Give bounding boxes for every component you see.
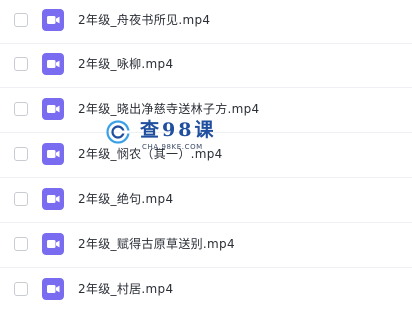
video-file-icon <box>42 143 64 165</box>
watermark-logo-icon <box>106 120 130 144</box>
row-checkbox[interactable] <box>14 147 28 161</box>
file-name: 2年级_绝句.mp4 <box>78 192 174 206</box>
row-checkbox[interactable] <box>14 13 28 27</box>
video-file-icon <box>42 53 64 75</box>
file-name: 2年级_咏柳.mp4 <box>78 57 174 71</box>
row-divider <box>0 267 412 268</box>
row-divider <box>0 87 412 88</box>
row-checkbox[interactable] <box>14 282 28 296</box>
file-row[interactable]: 2年级_赋得古原草送别.mp4 <box>0 224 412 268</box>
video-file-icon <box>42 188 64 210</box>
row-divider <box>0 222 412 223</box>
file-row[interactable]: 2年级_绝句.mp4 <box>0 179 412 223</box>
row-divider <box>0 177 412 178</box>
file-name: 2年级_赋得古原草送别.mp4 <box>78 237 235 251</box>
video-file-icon <box>42 233 64 255</box>
file-row[interactable]: 2年级_舟夜书所见.mp4 <box>0 0 412 44</box>
file-name: 2年级_晓出净慈寺送林子方.mp4 <box>78 102 260 116</box>
watermark-title: 查98课 <box>140 119 217 141</box>
watermark-domain: CHA.98KE.COM <box>142 143 203 151</box>
row-checkbox[interactable] <box>14 192 28 206</box>
video-file-icon <box>42 278 64 300</box>
watermark: 查98课 CHA.98KE.COM <box>106 118 226 156</box>
video-file-icon <box>42 9 64 31</box>
row-checkbox[interactable] <box>14 57 28 71</box>
file-name: 2年级_舟夜书所见.mp4 <box>78 13 211 27</box>
row-checkbox[interactable] <box>14 102 28 116</box>
row-checkbox[interactable] <box>14 237 28 251</box>
video-file-icon <box>42 98 64 120</box>
file-row[interactable]: 2年级_村居.mp4 <box>0 269 412 313</box>
file-row[interactable]: 2年级_咏柳.mp4 <box>0 44 412 88</box>
file-name: 2年级_村居.mp4 <box>78 282 174 296</box>
